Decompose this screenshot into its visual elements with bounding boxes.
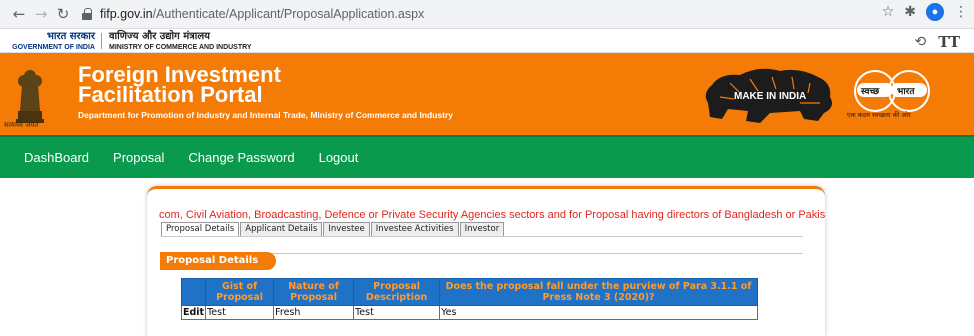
tab-applicant-details[interactable]: Applicant Details bbox=[240, 222, 323, 237]
address-bar[interactable]: fifp.gov.in/Authenticate/Applicant/Propo… bbox=[82, 3, 882, 25]
proposal-tabs: Proposal Details Applicant Details Inves… bbox=[161, 222, 505, 237]
nav-dashboard[interactable]: DashBoard bbox=[24, 150, 89, 165]
cell-nature: Fresh bbox=[273, 305, 355, 320]
tab-investee-activities[interactable]: Investee Activities bbox=[370, 222, 459, 237]
extensions-icon[interactable]: ✱ bbox=[904, 4, 916, 20]
browser-menu-icon[interactable]: ⋮ bbox=[954, 4, 968, 20]
edit-link[interactable]: Edit bbox=[180, 305, 207, 320]
url-host: fifp.gov.in bbox=[100, 7, 153, 21]
nav-change-password[interactable]: Change Password bbox=[188, 150, 294, 165]
reload-icon[interactable]: ↻ bbox=[52, 3, 74, 25]
back-icon[interactable]: ← bbox=[8, 3, 30, 25]
text-size-icon[interactable]: TT bbox=[938, 33, 960, 51]
swachh-caption: एक कदम स्वच्छता की ओर bbox=[847, 111, 911, 119]
portal-title: Foreign Investment Facilitation Portal bbox=[78, 64, 281, 107]
cell-description: Test bbox=[353, 305, 441, 320]
proposal-card: com, Civil Aviation, Broadcasting, Defen… bbox=[147, 186, 825, 336]
col-header-description: Proposal Description bbox=[353, 278, 441, 306]
tab-proposal-details[interactable]: Proposal Details bbox=[161, 222, 240, 237]
cell-press-note: Yes bbox=[439, 305, 758, 320]
ministry-english-label: MINISTRY OF COMMERCE AND INDUSTRY bbox=[109, 44, 252, 51]
tab-investor[interactable]: Investor bbox=[459, 222, 505, 237]
portal-subtitle: Department for Promotion of Industry and… bbox=[78, 110, 453, 120]
portal-banner: सत्यमेव जयते Foreign Investment Facilita… bbox=[0, 53, 974, 135]
col-header-gist: Gist of Proposal bbox=[205, 278, 275, 306]
ministry-hindi-label: वाणिज्य और उद्योग मंत्रालय bbox=[109, 31, 210, 42]
cell-gist: Test bbox=[205, 305, 275, 320]
browser-toolbar: ← → ↻ fifp.gov.in/Authenticate/Applicant… bbox=[0, 0, 974, 29]
government-strip: भारत सरकार GOVERNMENT OF INDIA वाणिज्य औ… bbox=[0, 29, 974, 53]
nav-proposal[interactable]: Proposal bbox=[113, 150, 164, 165]
make-in-india-lion-icon: MAKE IN INDIA bbox=[705, 68, 832, 123]
col-header-nature: Nature of Proposal bbox=[273, 278, 355, 306]
gov-english-label: GOVERNMENT OF INDIA bbox=[12, 44, 95, 51]
swachh-bharat-logo-icon: स्वच्छ भारत एक कदम स्वच्छता की ओर bbox=[847, 70, 930, 119]
col-header-action bbox=[180, 278, 207, 306]
tab-investee[interactable]: Investee bbox=[323, 222, 370, 237]
portal-title-line2: Facilitation Portal bbox=[78, 82, 263, 107]
lock-icon bbox=[82, 8, 92, 20]
divider bbox=[101, 33, 102, 49]
swachh-right-text: भारत bbox=[897, 87, 915, 97]
screen-reader-icon[interactable]: ⟲ bbox=[914, 34, 926, 50]
profile-avatar[interactable]: ● bbox=[926, 3, 944, 21]
main-navbar: DashBoard Proposal Change Password Logou… bbox=[0, 135, 974, 178]
proposal-table: Gist of Proposal Nature of Proposal Prop… bbox=[180, 278, 758, 320]
bookmark-star-icon[interactable]: ☆ bbox=[882, 4, 895, 20]
url-path: /Authenticate/Applicant/ProposalApplicat… bbox=[152, 7, 425, 21]
make-in-india-text: MAKE IN INDIA bbox=[734, 91, 806, 102]
gov-hindi-label: भारत सरकार bbox=[46, 31, 95, 42]
forward-icon[interactable]: → bbox=[30, 3, 52, 25]
notice-marquee: com, Civil Aviation, Broadcasting, Defen… bbox=[159, 209, 825, 221]
emblem-caption: सत्यमेव जयते bbox=[4, 121, 39, 129]
table-row: Edit Test Fresh Test Yes bbox=[180, 305, 758, 320]
nav-logout[interactable]: Logout bbox=[319, 150, 359, 165]
tab-underline bbox=[161, 236, 803, 237]
table-header-row: Gist of Proposal Nature of Proposal Prop… bbox=[180, 278, 758, 306]
col-header-press-note: Does the proposal fall under the purview… bbox=[439, 278, 758, 306]
section-title: Proposal Details bbox=[160, 252, 276, 270]
swachh-left-text: स्वच्छ bbox=[860, 87, 880, 97]
